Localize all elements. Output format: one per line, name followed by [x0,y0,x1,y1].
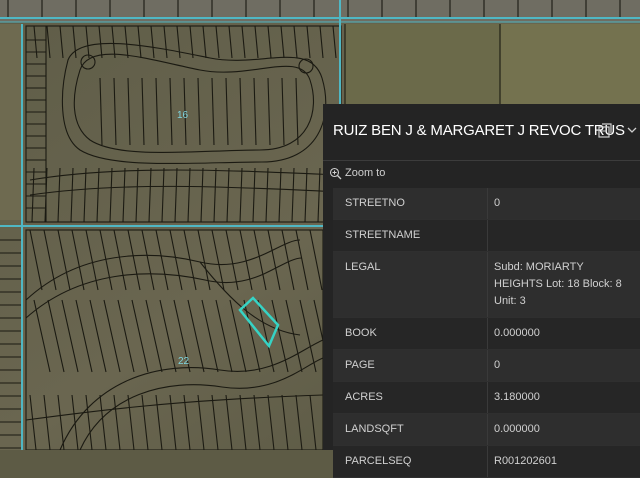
attr-row-legal: LEGAL Subd: MORIARTY HEIGHTS Lot: 18 Bloc… [333,252,640,318]
attr-key: BOOK [333,318,488,349]
attr-key: STREETNAME [333,220,488,251]
feature-popup: RUIZ BEN J & MARGARET J REVOC TRUS Zoom … [323,104,640,478]
popup-divider [323,160,640,161]
attr-row-parcelseq: PARCELSEQ R001202601 [333,446,640,478]
attr-value: 3.180000 [494,391,540,403]
attr-key: PAGE [333,350,488,381]
attr-row-landsqft: LANDSQFT 0.000000 [333,414,640,446]
attr-key: PARCELSEQ [333,446,488,477]
attr-row-streetname: STREETNAME [333,220,640,252]
popup-header: RUIZ BEN J & MARGARET J REVOC TRUS [323,104,640,160]
attr-row-acres: ACRES 3.180000 [333,382,640,414]
field-northeast-2 [500,24,640,104]
attr-value [488,220,640,251]
dock-icon[interactable] [597,122,613,138]
attr-value: Subd: MORIARTY HEIGHTS Lot: 18 Block: 8 … [494,261,622,307]
attr-row-book: BOOK 0.000000 [333,318,640,350]
attr-key: LEGAL [333,252,488,317]
attr-value: 0.000000 [494,327,540,339]
attr-value: 0 [494,359,501,371]
attr-key: LANDSQFT [333,414,488,445]
section-label-22: 22 [178,356,190,367]
attr-value: 0 [494,197,501,209]
attribute-table: STREETNO 0 STREETNAME LEGAL Subd: MORIARTY… [333,188,640,478]
attr-value: R001202601 [494,455,558,467]
chevron-down-icon[interactable] [626,124,638,136]
field-west [0,24,22,220]
zoom-to-button[interactable]: Zoom to [329,164,385,182]
zoom-in-icon [329,167,342,179]
zoom-to-label: Zoom to [345,167,386,179]
attr-row-streetno: STREETNO 0 [333,188,640,220]
popup-title: RUIZ BEN J & MARGARET J REVOC TRUS [333,122,625,139]
attr-value: 0.000000 [494,423,540,435]
attr-key: STREETNO [333,188,488,219]
attr-key: ACRES [333,382,488,413]
section-label-16: 16 [177,110,189,121]
attr-row-page: PAGE 0 [333,350,640,382]
